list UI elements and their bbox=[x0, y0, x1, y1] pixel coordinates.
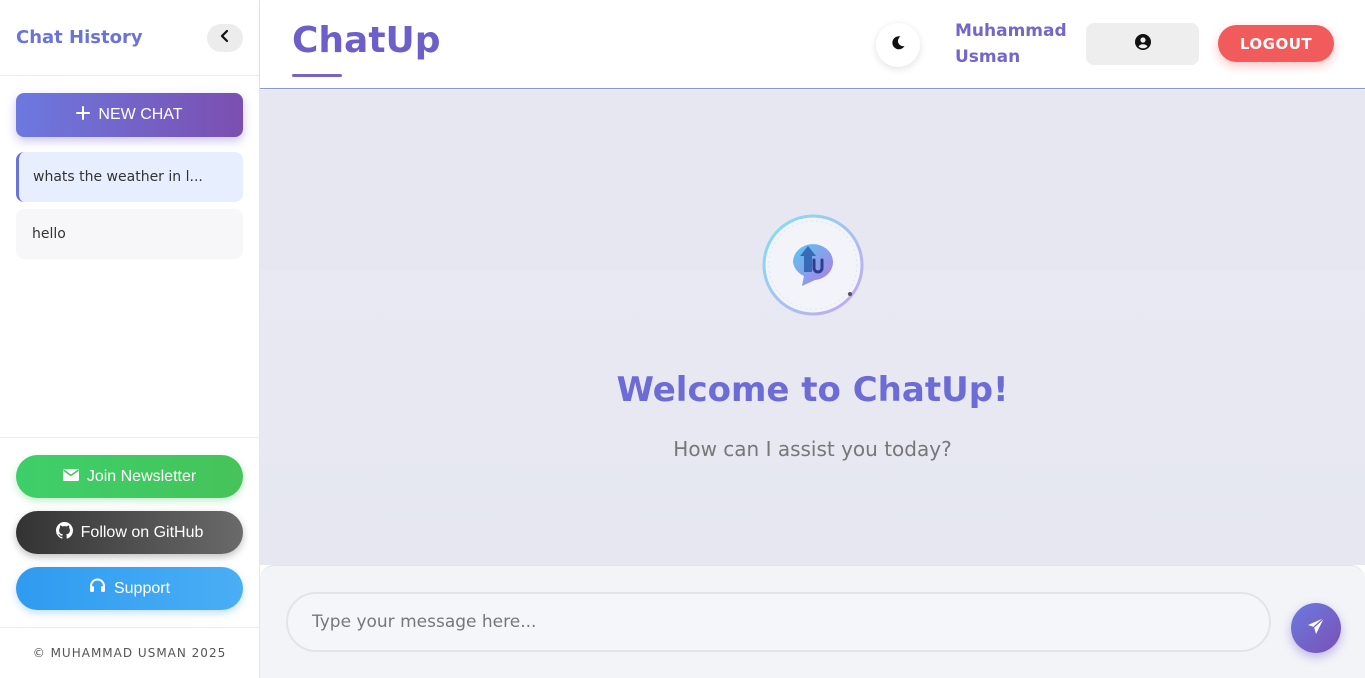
sidebar: Chat History NEW CHAT whats the weather … bbox=[0, 0, 260, 678]
history-item-label: hello bbox=[32, 226, 66, 242]
sidebar-footer: Join Newsletter Follow on GitHub Support bbox=[0, 437, 259, 627]
github-icon bbox=[55, 521, 73, 544]
user-last-name: Usman bbox=[955, 47, 1021, 67]
top-header: ChatUp Muhammad Usman LOGOUT bbox=[260, 0, 1365, 89]
support-label: Support bbox=[113, 579, 171, 597]
new-chat-button[interactable]: NEW CHAT bbox=[16, 93, 243, 137]
follow-github-button[interactable]: Follow on GitHub bbox=[16, 511, 243, 554]
plus-icon bbox=[76, 105, 91, 125]
profile-button[interactable] bbox=[1086, 23, 1199, 65]
new-chat-label: NEW CHAT bbox=[98, 106, 183, 123]
history-item[interactable]: hello bbox=[16, 209, 243, 259]
logout-button[interactable]: LOGOUT bbox=[1218, 25, 1334, 62]
newsletter-label: Join Newsletter bbox=[86, 467, 197, 485]
join-newsletter-button[interactable]: Join Newsletter bbox=[16, 455, 243, 498]
support-button[interactable]: Support bbox=[16, 567, 243, 610]
github-label: Follow on GitHub bbox=[80, 523, 204, 541]
history-item-label: whats the weather in l... bbox=[33, 169, 203, 185]
message-input[interactable] bbox=[286, 592, 1271, 652]
collapse-sidebar-button[interactable] bbox=[207, 23, 243, 52]
sidebar-title: Chat History bbox=[16, 27, 143, 48]
chatup-logo-icon bbox=[760, 212, 866, 318]
envelope-icon bbox=[62, 468, 79, 486]
welcome-subtitle: How can I assist you today? bbox=[673, 437, 952, 461]
user-circle-icon bbox=[1134, 34, 1151, 54]
paper-plane-icon bbox=[1307, 617, 1325, 639]
brand-title: ChatUp bbox=[292, 20, 441, 61]
brand-underline bbox=[292, 74, 342, 77]
message-composer bbox=[260, 565, 1365, 678]
moon-icon bbox=[890, 35, 906, 55]
chevron-left-icon bbox=[218, 28, 232, 47]
send-button[interactable] bbox=[1291, 603, 1341, 653]
chat-area: Welcome to ChatUp! How can I assist you … bbox=[260, 90, 1365, 565]
sidebar-header: Chat History bbox=[0, 0, 259, 76]
history-item-active[interactable]: whats the weather in l... bbox=[16, 152, 243, 202]
user-first-name: Muhammad bbox=[955, 21, 1067, 41]
user-name: Muhammad Usman bbox=[955, 18, 1075, 70]
welcome-heading: Welcome to ChatUp! bbox=[616, 370, 1009, 410]
copyright-text: © MUHAMMAD USMAN 2025 bbox=[0, 627, 259, 678]
headset-icon bbox=[89, 578, 106, 599]
theme-toggle-button[interactable] bbox=[876, 23, 920, 67]
